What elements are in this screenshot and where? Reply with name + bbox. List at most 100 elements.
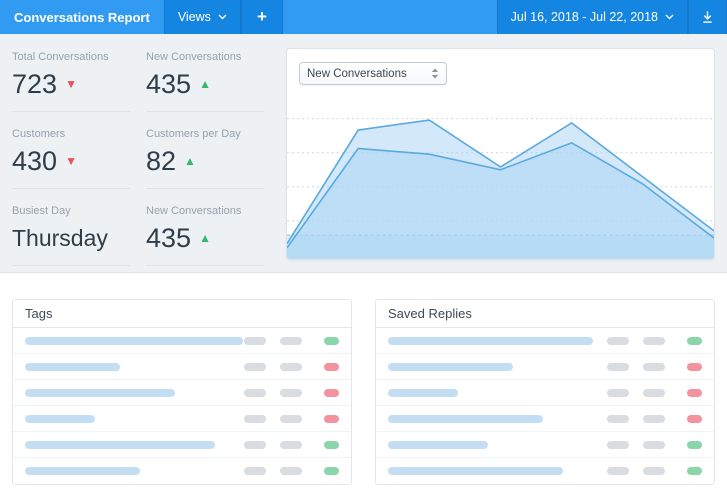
top-bar-left: Conversations Report Views + [0, 0, 283, 34]
skeleton-count-pill [643, 467, 665, 475]
stat-card: New Conversations 435▲ [146, 48, 264, 112]
trend-up-icon: ▲ [199, 232, 211, 244]
status-pill [687, 415, 702, 423]
chevron-down-icon [665, 14, 674, 20]
list-item[interactable] [376, 432, 714, 458]
saved-replies-panel-title: Saved Replies [376, 300, 714, 328]
skeleton-count-pill [244, 441, 266, 449]
skeleton-text-bar [25, 441, 215, 449]
skeleton-count-pill [280, 337, 302, 345]
stat-card: New Conversations 435▲ [146, 189, 264, 266]
chevron-down-icon [218, 14, 227, 20]
skeleton-count-pill [607, 337, 629, 345]
list-item[interactable] [376, 354, 714, 380]
trend-down-icon: ▼ [65, 78, 77, 90]
metric-select[interactable]: New Conversations [299, 62, 447, 85]
saved-replies-panel: Saved Replies [375, 299, 715, 485]
stat-value: Thursday [12, 223, 130, 253]
status-pill [324, 441, 339, 449]
list-item[interactable] [13, 354, 351, 380]
stat-card: Customers per Day 82▲ [146, 112, 264, 189]
tags-panel: Tags [12, 299, 352, 485]
status-pill [324, 467, 339, 475]
list-item[interactable] [13, 380, 351, 406]
list-item[interactable] [376, 380, 714, 406]
status-pill [324, 337, 339, 345]
skeleton-count-pill [280, 389, 302, 397]
download-button[interactable] [688, 0, 727, 34]
page-title: Conversations Report [0, 0, 164, 34]
trend-up-icon: ▲ [184, 155, 196, 167]
skeleton-count-pill [643, 363, 665, 371]
skeleton-count-pill [607, 467, 629, 475]
trend-down-icon: ▼ [65, 155, 77, 167]
status-pill [687, 441, 702, 449]
skeleton-count-pill [244, 415, 266, 423]
skeleton-text-bar [25, 337, 243, 345]
stat-value: 82▲ [146, 146, 264, 176]
skeleton-text-bar [25, 415, 95, 423]
skeleton-count-pill [607, 389, 629, 397]
list-item[interactable] [376, 406, 714, 432]
stat-label: Busiest Day [12, 205, 130, 217]
skeleton-text-bar [388, 415, 543, 423]
add-view-button[interactable]: + [241, 0, 283, 34]
skeleton-count-pill [244, 467, 266, 475]
skeleton-count-pill [643, 389, 665, 397]
list-item[interactable] [13, 432, 351, 458]
views-label: Views [178, 10, 211, 24]
stat-value: 430▼ [12, 146, 130, 176]
skeleton-text-bar [388, 337, 593, 345]
stat-label: New Conversations [146, 205, 264, 217]
status-pill [687, 337, 702, 345]
stat-label: Total Conversations [12, 51, 130, 63]
status-pill [324, 363, 339, 371]
tags-list [13, 328, 351, 484]
stat-value: 435▲ [146, 223, 264, 253]
skeleton-count-pill [280, 467, 302, 475]
stat-label: Customers per Day [146, 128, 264, 140]
skeleton-count-pill [643, 441, 665, 449]
list-item[interactable] [13, 328, 351, 354]
skeleton-count-pill [244, 337, 266, 345]
status-pill [687, 363, 702, 371]
skeleton-text-bar [25, 363, 120, 371]
skeleton-text-bar [388, 363, 513, 371]
stat-card: Total Conversations 723▼ [12, 48, 130, 112]
download-icon [701, 10, 714, 24]
status-pill [687, 389, 702, 397]
list-item[interactable] [13, 406, 351, 432]
list-item[interactable] [376, 328, 714, 354]
skeleton-text-bar [388, 467, 563, 475]
skeleton-text-bar [388, 389, 458, 397]
stat-value: 723▼ [12, 69, 130, 99]
skeleton-count-pill [244, 389, 266, 397]
status-pill [687, 467, 702, 475]
list-item[interactable] [13, 458, 351, 484]
stat-card: Customers430▼ [12, 112, 130, 189]
skeleton-text-bar [25, 389, 175, 397]
trend-up-icon: ▲ [199, 78, 211, 90]
stats-grid: Total Conversations 723▼ New Conversations… [12, 48, 264, 260]
plus-icon: + [257, 7, 267, 27]
top-bar: Conversations Report Views + Jul 16, 201… [0, 0, 727, 34]
stat-card: Busiest Day Thursday [12, 189, 130, 266]
views-dropdown-button[interactable]: Views [164, 0, 241, 34]
select-arrows-icon [431, 68, 439, 79]
status-pill [324, 415, 339, 423]
skeleton-count-pill [607, 363, 629, 371]
stat-label: New Conversations [146, 51, 264, 63]
status-pill [324, 389, 339, 397]
metric-select-value: New Conversations [307, 68, 407, 80]
skeleton-count-pill [607, 441, 629, 449]
skeleton-count-pill [643, 337, 665, 345]
list-item[interactable] [376, 458, 714, 484]
top-bar-right: Jul 16, 2018 - Jul 22, 2018 [497, 0, 727, 34]
date-range-button[interactable]: Jul 16, 2018 - Jul 22, 2018 [497, 0, 688, 34]
skeleton-text-bar [388, 441, 488, 449]
stat-value: 435▲ [146, 69, 264, 99]
saved-replies-list [376, 328, 714, 484]
bottom-panels: Tags Saved Replies [0, 272, 727, 503]
skeleton-count-pill [280, 363, 302, 371]
report-overview: Total Conversations 723▼ New Conversations… [0, 34, 727, 272]
